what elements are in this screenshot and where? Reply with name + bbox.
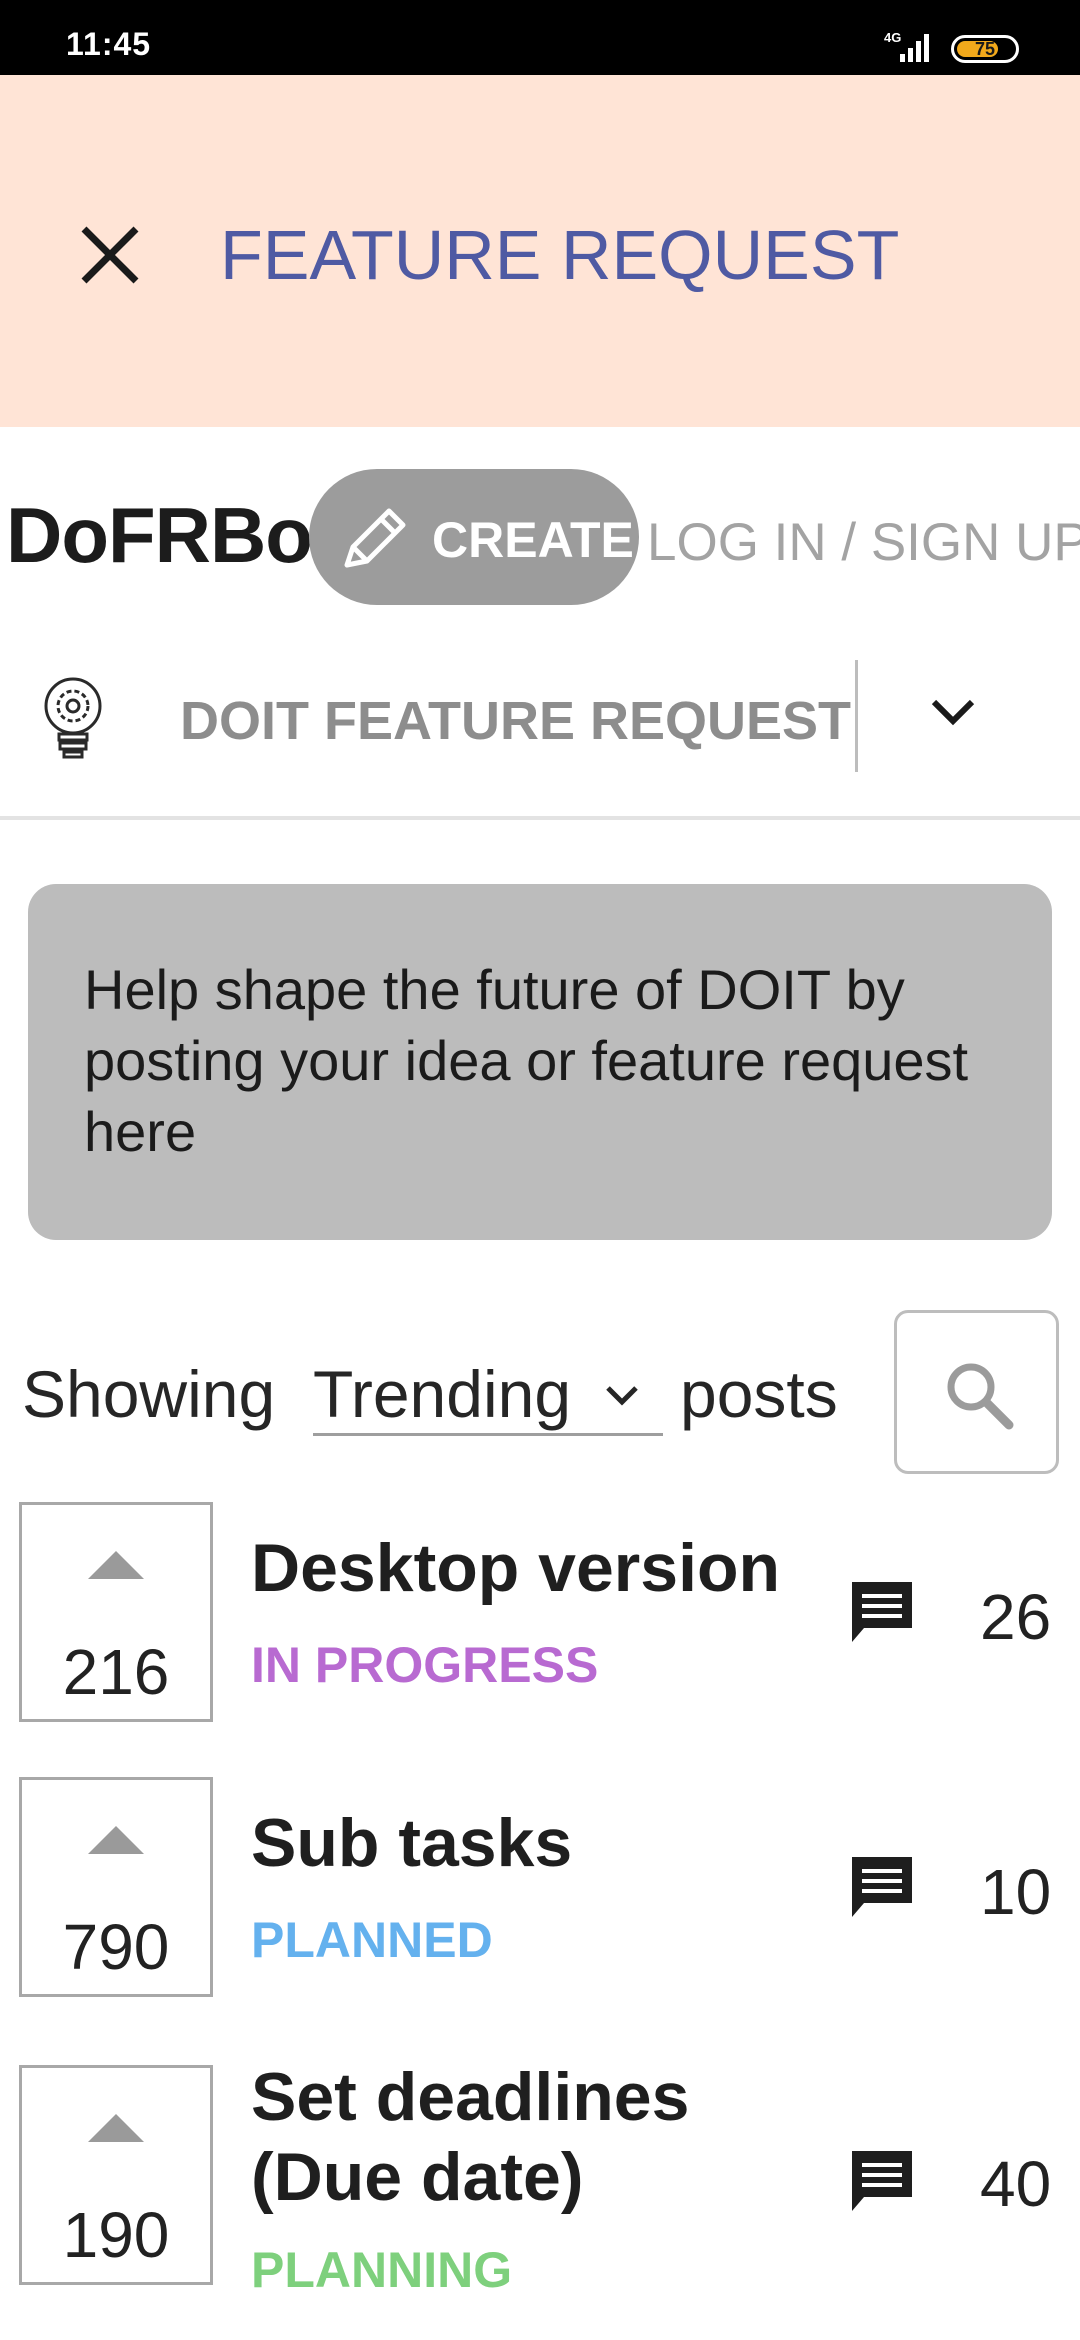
upvote-button[interactable]: 790 [19,1777,213,1997]
intro-text: Help shape the future of DOIT by posting… [84,958,969,1163]
upvote-arrow-icon [88,2114,144,2142]
login-signup-link[interactable]: LOG IN / SIGN UP [647,512,1080,573]
battery-icon: 75 [951,35,1019,63]
lightbulb-gear-icon [44,677,102,759]
sort-select[interactable]: Trending [313,1350,663,1436]
search-button[interactable] [894,1310,1059,1474]
post-title[interactable]: Desktop version [251,1528,811,1608]
showing-label: Showing [22,1357,276,1431]
comment-icon [852,1857,912,1917]
upvote-arrow-icon [88,1826,144,1854]
comment-count: 10 [980,1856,1052,1928]
post-title[interactable]: Set deadlines (Due date) [251,2057,811,2217]
create-button-label: CREATE [432,512,634,568]
chevron-down-icon [606,1386,638,1406]
status-bar: 11:45 4G 75 [0,0,1080,75]
battery-percent: 75 [974,39,996,59]
comment-count: 40 [980,2148,1052,2220]
posts-label: posts [680,1357,838,1431]
vote-count: 190 [62,2199,170,2271]
signal-icon [900,34,929,62]
vote-count: 790 [62,1911,170,1983]
post-status: PLANNED [251,1912,493,1968]
page-title: FEATURE REQUEST [220,216,900,294]
comment-count: 26 [980,1581,1052,1653]
brand-logo[interactable]: DoFRBo [6,490,313,581]
create-button[interactable]: CREATE [309,469,639,605]
post-status: PLANNING [251,2242,513,2298]
post-title[interactable]: Sub tasks [251,1803,811,1883]
upvote-button[interactable]: 216 [19,1502,213,1722]
status-time: 11:45 [66,26,152,62]
divider [0,816,1080,820]
pencil-icon [344,508,406,568]
upvote-button[interactable]: 190 [19,2065,213,2285]
search-icon [947,1363,1014,1430]
board-selector[interactable]: DOIT FEATURE REQUEST [180,690,851,752]
sort-value: Trending [313,1357,572,1431]
upvote-arrow-icon [88,1551,144,1579]
comment-icon [852,2151,912,2211]
divider [855,660,858,772]
chevron-down-icon[interactable] [920,680,986,746]
post-status: IN PROGRESS [251,1637,599,1693]
comment-icon [852,1582,912,1642]
vote-count: 216 [62,1636,170,1708]
close-icon[interactable] [70,215,150,295]
page-header: FEATURE REQUEST [0,75,1080,427]
intro-banner: Help shape the future of DOIT by posting… [28,884,1052,1240]
